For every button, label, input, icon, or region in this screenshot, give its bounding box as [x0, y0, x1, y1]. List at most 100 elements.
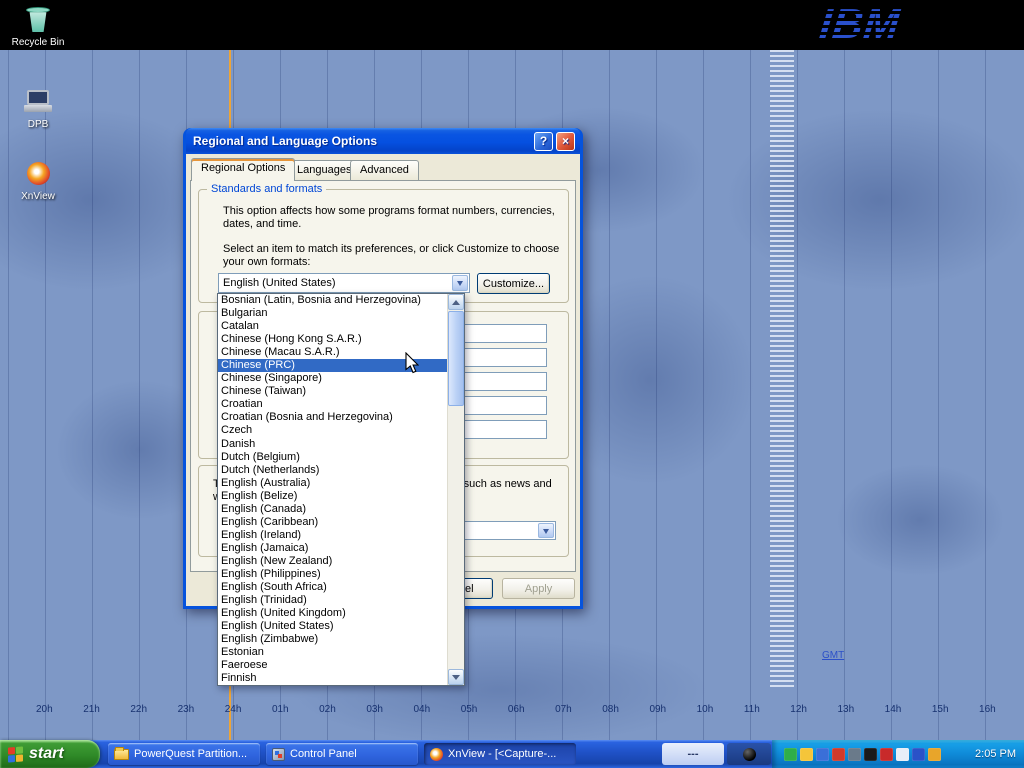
language-option[interactable]: Croatian (Bosnia and Herzegovina)	[218, 411, 447, 424]
ibm-logo-stripes	[820, 0, 936, 48]
language-option[interactable]: Chinese (Hong Kong S.A.R.)	[218, 333, 447, 346]
taskbar-button-label: XnView - [<Capture-...	[448, 748, 556, 760]
language-option[interactable]: English (Australia)	[218, 477, 447, 490]
tray-icon-8[interactable]	[896, 748, 909, 761]
language-option[interactable]: Catalan	[218, 320, 447, 333]
format-combobox[interactable]: English (United States)	[218, 273, 470, 293]
language-option[interactable]: Finnish	[218, 672, 447, 685]
tab-advanced[interactable]: Advanced	[350, 160, 419, 180]
language-option[interactable]: Danish	[218, 438, 447, 451]
standards-description: This option affects how some programs fo…	[223, 205, 569, 231]
tray-icon-5[interactable]	[848, 748, 861, 761]
timezone-label: 12h	[790, 704, 807, 715]
scroll-down-button[interactable]	[448, 669, 464, 685]
language-option[interactable]: Bosnian (Latin, Bosnia and Herzegovina)	[218, 294, 447, 307]
tray-icon-4[interactable]	[832, 748, 845, 761]
desktop-icon-xnview[interactable]: XnView	[0, 160, 76, 202]
tray-icons	[784, 748, 941, 761]
dialog-title: Regional and Language Options	[193, 134, 531, 148]
language-option[interactable]: Faeroese	[218, 659, 447, 672]
desktop-top-band: IBM	[0, 0, 1024, 50]
language-option[interactable]: English (United Kingdom)	[218, 607, 447, 620]
laptop-icon	[23, 88, 53, 116]
apply-button[interactable]: Apply	[502, 578, 575, 599]
tray-icon-7[interactable]	[880, 748, 893, 761]
language-list-scrollbar[interactable]	[447, 294, 464, 685]
language-option[interactable]: Croatian	[218, 398, 447, 411]
timezone-label: 03h	[366, 704, 383, 715]
language-option[interactable]: Dutch (Belgium)	[218, 451, 447, 464]
language-dropdown-list[interactable]: Bosnian (Latin, Bosnia and Herzegovina)B…	[217, 293, 465, 686]
system-tray: 2:05 PM	[772, 740, 1024, 768]
taskbar-button-control-panel[interactable]: Control Panel	[266, 743, 418, 765]
language-option[interactable]: English (Ireland)	[218, 529, 447, 542]
dialog-titlebar[interactable]: Regional and Language Options ? ×	[186, 128, 580, 154]
timezone-label: 20h	[36, 704, 53, 715]
desktop-icon-dpb[interactable]: DPB	[0, 88, 76, 130]
language-option[interactable]: English (Caribbean)	[218, 516, 447, 529]
format-combobox-value: English (United States)	[223, 277, 336, 289]
chevron-down-icon[interactable]	[452, 275, 468, 291]
language-option[interactable]: Chinese (Taiwan)	[218, 385, 447, 398]
language-option[interactable]: English (Belize)	[218, 490, 447, 503]
xnview-icon	[430, 748, 443, 761]
scroll-up-button[interactable]	[448, 294, 464, 310]
control-panel-icon	[272, 748, 285, 761]
language-option[interactable]: Dutch (Netherlands)	[218, 464, 447, 477]
language-option[interactable]: English (New Zealand)	[218, 555, 447, 568]
language-option[interactable]: English (Canada)	[218, 503, 447, 516]
mouse-cursor	[405, 352, 419, 377]
timezone-label: 10h	[697, 704, 714, 715]
timezone-label: 14h	[885, 704, 902, 715]
language-option[interactable]: English (Jamaica)	[218, 542, 447, 555]
standards-instruction: Select an item to match its preferences,…	[223, 243, 575, 269]
tray-icon-3[interactable]	[816, 748, 829, 761]
tab-regional-options[interactable]: Regional Options	[191, 158, 295, 181]
timezone-label: 09h	[649, 704, 666, 715]
timezone-label: 07h	[555, 704, 572, 715]
tray-icon-2[interactable]	[800, 748, 813, 761]
timezone-label: 01h	[272, 704, 289, 715]
date-line-band	[770, 50, 794, 690]
taskbar-icon-button[interactable]	[727, 743, 771, 765]
tray-icon-1[interactable]	[784, 748, 797, 761]
windows-flag-icon	[8, 746, 23, 762]
language-option[interactable]: Estonian	[218, 646, 447, 659]
taskbar: start PowerQuest Partition... Control Pa…	[0, 740, 1024, 768]
chevron-down-icon[interactable]	[538, 523, 554, 538]
timezone-label: 22h	[130, 704, 147, 715]
timezone-label: 13h	[837, 704, 854, 715]
timezone-label: 05h	[461, 704, 478, 715]
timezone-label: 02h	[319, 704, 336, 715]
language-option[interactable]: English (South Africa)	[218, 581, 447, 594]
language-option[interactable]: English (Philippines)	[218, 568, 447, 581]
timezone-label: 16h	[979, 704, 996, 715]
taskbar-button-powerquest[interactable]: PowerQuest Partition...	[108, 743, 260, 765]
taskbar-clock[interactable]: 2:05 PM	[975, 748, 1016, 760]
taskbar-button-label: Control Panel	[290, 748, 357, 760]
timezone-labels: 20h21h22h23h24h01h02h03h04h05h06h07h08h0…	[36, 704, 996, 715]
customize-button[interactable]: Customize...	[477, 273, 550, 294]
language-option[interactable]: Bulgarian	[218, 307, 447, 320]
desktop-icon-recycle-bin[interactable]: Recycle Bin	[0, 6, 76, 48]
tray-icon-6[interactable]	[864, 748, 877, 761]
language-option[interactable]: English (Zimbabwe)	[218, 633, 447, 646]
timezone-label: 08h	[602, 704, 619, 715]
start-button[interactable]: start	[0, 740, 100, 768]
taskbar-button-xnview[interactable]: XnView - [<Capture-...	[424, 743, 576, 765]
language-option[interactable]: English (Trinidad)	[218, 594, 447, 607]
language-option[interactable]: Czech	[218, 424, 447, 437]
language-option[interactable]: English (United States)	[218, 620, 447, 633]
xnview-icon	[23, 160, 53, 188]
black-ball-icon	[743, 748, 756, 761]
desktop-icon-label: XnView	[0, 191, 76, 202]
ibm-logo: IBM	[820, 0, 936, 48]
taskbar-separator-button[interactable]: ---	[662, 743, 724, 765]
desktop-icon-label: DPB	[0, 119, 76, 130]
timezone-label: 11h	[744, 704, 760, 715]
scrollbar-thumb[interactable]	[448, 311, 464, 406]
tray-icon-10[interactable]	[928, 748, 941, 761]
help-button[interactable]: ?	[534, 132, 553, 151]
tray-icon-9[interactable]	[912, 748, 925, 761]
close-button[interactable]: ×	[556, 132, 575, 151]
